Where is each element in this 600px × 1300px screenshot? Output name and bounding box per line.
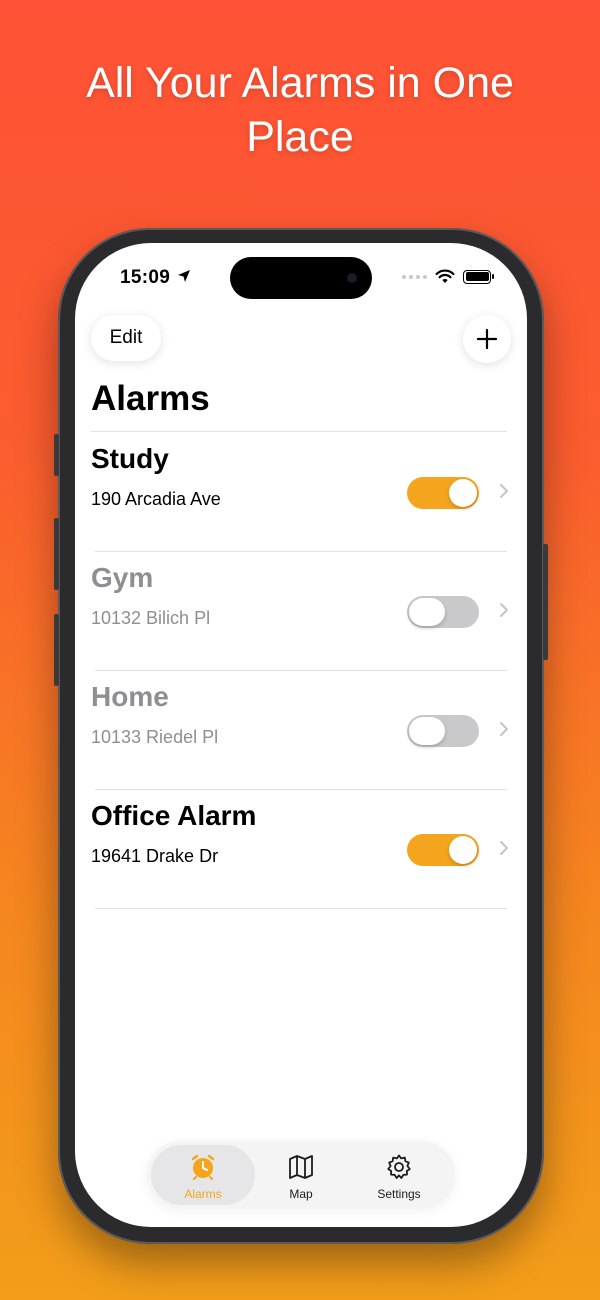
- status-indicators: [402, 269, 494, 284]
- map-icon: [289, 1155, 313, 1179]
- alarm-toggle[interactable]: [407, 715, 479, 747]
- wifi-icon: [435, 269, 455, 283]
- tab-label: Map: [289, 1187, 313, 1201]
- action-button: [54, 434, 59, 476]
- tab-label: Alarms: [184, 1187, 222, 1201]
- tab-map[interactable]: Map: [249, 1145, 353, 1205]
- alarm-toggle[interactable]: [407, 834, 479, 866]
- alarm-toggle[interactable]: [407, 477, 479, 509]
- camera-icon: [347, 273, 357, 283]
- alarm-name: Home: [91, 681, 169, 712]
- plus-icon: [476, 328, 498, 350]
- alarm-row-study[interactable]: Study 190 Arcadia Ave: [91, 433, 508, 552]
- edit-button[interactable]: Edit: [91, 315, 161, 361]
- chevron-right-icon: [500, 484, 508, 498]
- alarm-address: 190 Arcadia Ave: [91, 489, 221, 509]
- location-arrow-icon: [178, 270, 190, 282]
- status-time: 15:09: [120, 267, 171, 288]
- promo-headline: All Your Alarms in One Place: [0, 56, 600, 164]
- alarm-clock-icon: [191, 1154, 215, 1180]
- signal-icon: [402, 274, 427, 279]
- power-button: [543, 544, 548, 660]
- tab-bar: Alarms Map Settings: [147, 1141, 455, 1209]
- alarm-toggle[interactable]: [407, 596, 479, 628]
- app-screen: 15:09 Edit Alarms Study 190 Arcadia Ave …: [75, 243, 527, 1227]
- alarm-address: 10133 Riedel Pl: [91, 727, 219, 747]
- volume-down-button: [54, 614, 59, 686]
- gear-icon: [387, 1154, 411, 1179]
- headline-line-2: Place: [246, 113, 354, 161]
- volume-up-button: [54, 518, 59, 590]
- alarm-address: 10132 Bilich Pl: [91, 608, 211, 628]
- alarm-row-gym[interactable]: Gym 10132 Bilich Pl: [91, 552, 508, 671]
- battery-icon: [463, 269, 494, 284]
- phone-frame: 15:09 Edit Alarms Study 190 Arcadia Ave …: [54, 228, 548, 1244]
- alarm-name: Study: [91, 443, 169, 474]
- alarm-name: Office Alarm: [91, 800, 257, 831]
- tab-alarms[interactable]: Alarms: [151, 1145, 255, 1205]
- alarm-list: Study 190 Arcadia Ave Gym 10132 Bilich P…: [91, 433, 508, 909]
- tab-settings[interactable]: Settings: [347, 1145, 451, 1205]
- page-title: Alarms: [91, 379, 210, 418]
- alarm-row-home[interactable]: Home 10133 Riedel Pl: [91, 671, 508, 790]
- chevron-right-icon: [500, 841, 508, 855]
- dynamic-island: [230, 257, 372, 299]
- chevron-right-icon: [500, 722, 508, 736]
- alarm-row-office[interactable]: Office Alarm 19641 Drake Dr: [91, 790, 508, 909]
- tab-label: Settings: [377, 1187, 421, 1201]
- headline-line-1: All Your Alarms in One: [86, 59, 514, 107]
- header-divider: [91, 431, 507, 432]
- alarm-address: 19641 Drake Dr: [91, 846, 219, 866]
- alarm-name: Gym: [91, 562, 154, 593]
- chevron-right-icon: [500, 603, 508, 617]
- add-alarm-button[interactable]: [463, 315, 511, 363]
